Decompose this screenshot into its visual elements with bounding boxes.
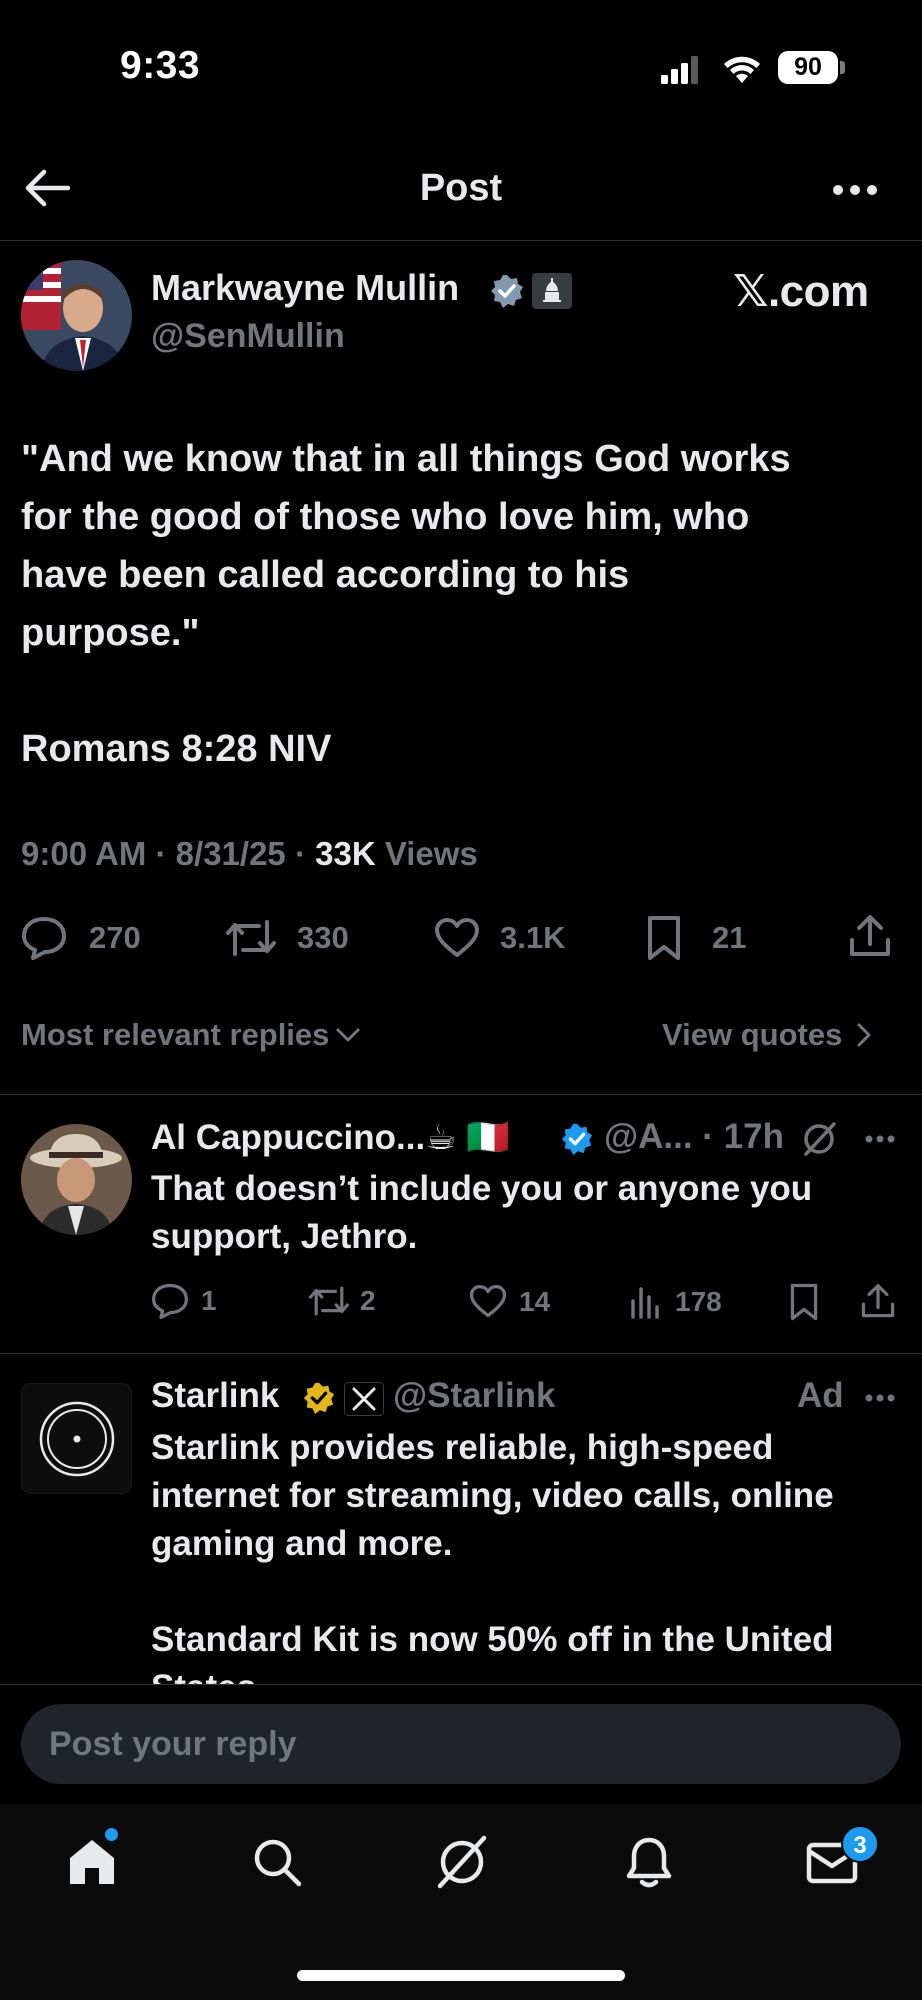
- post-body: "And we know that in all things God work…: [21, 430, 901, 778]
- repost-count: 330: [297, 920, 349, 955]
- chevron-right-icon: [857, 1023, 871, 1047]
- page-title: Post: [419, 167, 503, 209]
- reply-repost-action[interactable]: 2: [308, 1285, 376, 1317]
- reply-input[interactable]: [21, 1704, 901, 1784]
- divider: [0, 1094, 922, 1095]
- like-count: 3.1K: [500, 920, 566, 955]
- battery-indicator: 90: [778, 51, 838, 84]
- ad-label: Ad: [797, 1376, 844, 1415]
- reply-text: That doesn’t include you or anyone you s…: [151, 1169, 813, 1256]
- divider: [0, 1353, 922, 1354]
- post-meta: 9:00 AM · 8/31/25 · 33K Views: [21, 835, 478, 872]
- grok-icon[interactable]: [434, 1834, 490, 1890]
- battery-nub: [840, 61, 845, 74]
- repost-icon: [226, 920, 276, 956]
- messages-badge: 3: [841, 1825, 879, 1863]
- heart-icon: [469, 1285, 507, 1318]
- sort-replies-dropdown[interactable]: Most relevant replies: [21, 1017, 361, 1053]
- header-divider: [0, 240, 922, 241]
- bookmark-count: 21: [712, 920, 747, 955]
- bookmark-icon[interactable]: [789, 1283, 819, 1321]
- author-avatar[interactable]: [21, 260, 132, 371]
- reply-views[interactable]: 178: [629, 1285, 722, 1319]
- cellular-signal-icon: [661, 56, 701, 84]
- post-date: 8/31/25: [175, 835, 286, 872]
- reply-icon: [22, 917, 66, 960]
- post-body-line: [21, 662, 901, 720]
- home-icon[interactable]: [67, 1838, 117, 1886]
- chevron-down-icon: [336, 1028, 360, 1042]
- reply-like-count: 14: [519, 1285, 551, 1317]
- repost-icon: [308, 1286, 349, 1316]
- home-indicator: [297, 1970, 625, 1981]
- gold-verified-badge-icon: [302, 1381, 336, 1415]
- bookmark-icon: [648, 916, 680, 960]
- view-quotes-link[interactable]: View quotes: [662, 1017, 872, 1053]
- post-body-line: for the good of those who love him, who: [21, 496, 750, 538]
- reply-reply-count: 1: [201, 1285, 217, 1316]
- views-label: Views: [384, 835, 478, 872]
- ad-author-name[interactable]: Starlink: [151, 1376, 279, 1416]
- heart-icon: [435, 918, 479, 957]
- share-icon[interactable]: [861, 1283, 895, 1319]
- post-time: 9:00 AM: [21, 835, 147, 872]
- reply-icon: [152, 1283, 188, 1319]
- reply-count: 270: [89, 920, 141, 955]
- views-count: 33K: [315, 835, 376, 872]
- like-action[interactable]: 3.1K: [434, 918, 565, 958]
- source-watermark: 𝕏.com: [733, 267, 869, 316]
- verified-badge-icon: [489, 273, 525, 309]
- post-body-line: Romans 8:28 NIV: [21, 728, 332, 770]
- sort-label: Most relevant replies: [21, 1017, 330, 1052]
- status-time: 9:33: [120, 44, 201, 87]
- author-name[interactable]: Markwayne Mullin: [151, 267, 459, 309]
- government-affiliation-icon: [532, 273, 572, 309]
- ad-handle[interactable]: @Starlink: [393, 1376, 556, 1416]
- grok-icon[interactable]: [801, 1121, 837, 1157]
- more-options-icon[interactable]: [832, 184, 878, 196]
- ad-avatar[interactable]: [21, 1383, 132, 1494]
- reply-reply-action[interactable]: 1: [151, 1283, 217, 1319]
- author-handle[interactable]: @SenMullin: [151, 317, 345, 356]
- wifi-icon: [722, 53, 762, 85]
- reply-like-action[interactable]: 14: [469, 1285, 550, 1318]
- reply-view-count: 178: [675, 1286, 722, 1317]
- post-body-line: "And we know that in all things God work…: [21, 438, 791, 480]
- home-notification-dot: [105, 1828, 118, 1841]
- reply-more-icon[interactable]: [865, 1134, 895, 1144]
- affiliate-x-icon: [344, 1382, 384, 1416]
- bookmark-action[interactable]: 21: [646, 915, 746, 961]
- notifications-bell-icon[interactable]: [626, 1836, 672, 1888]
- verified-badge-icon: [560, 1122, 594, 1156]
- post-body-line: have been called according to his: [21, 554, 630, 596]
- ad-text: Starlink provides reliable, high-speed i…: [151, 1428, 834, 1684]
- view-quotes-label: View quotes: [662, 1017, 843, 1052]
- ad-more-icon[interactable]: [865, 1393, 895, 1403]
- reply-action[interactable]: 270: [21, 916, 141, 960]
- reply-author-name[interactable]: Al Cappuccino...☕ 🇮🇹: [151, 1117, 510, 1158]
- reply-handle-time: @A... · 17h: [604, 1117, 784, 1156]
- repost-action[interactable]: 330: [225, 918, 349, 958]
- post-body-line: purpose.": [21, 612, 200, 654]
- reply-repost-count: 2: [360, 1285, 376, 1316]
- reply-avatar[interactable]: [21, 1124, 132, 1235]
- share-icon[interactable]: [849, 914, 891, 958]
- analytics-icon: [631, 1287, 659, 1319]
- search-icon[interactable]: [252, 1837, 302, 1887]
